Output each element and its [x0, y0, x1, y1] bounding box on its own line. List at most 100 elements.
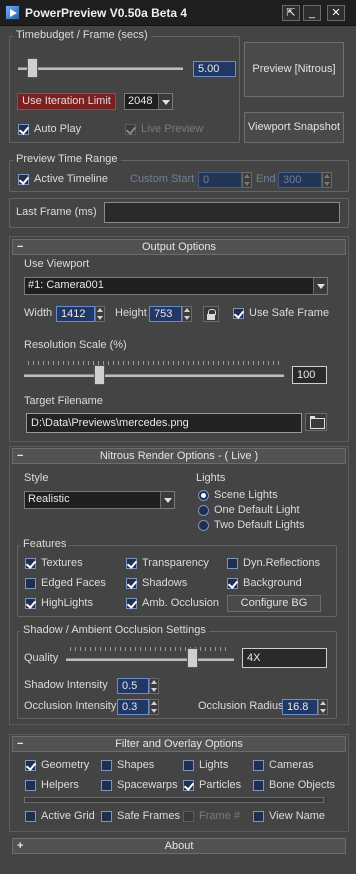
resolution-scale-track[interactable] [24, 374, 284, 377]
close-button[interactable]: ✕ [327, 5, 345, 21]
shadow-intensity-label: Shadow Intensity [24, 679, 108, 691]
app-icon [5, 5, 20, 20]
quality-ticks [70, 647, 230, 651]
edged-faces-label: Edged Faces [41, 577, 106, 589]
custom-start-label: Custom Start [130, 173, 195, 185]
textures-checkbox[interactable] [25, 558, 36, 569]
folder-icon[interactable] [305, 413, 327, 431]
height-spinner[interactable] [182, 306, 192, 322]
target-filename-field[interactable]: D:\Data\Previews\mercedes.png [26, 413, 302, 433]
timebudget-group-label: Timebudget / Frame (secs) [13, 29, 151, 41]
cameras-checkbox[interactable] [253, 760, 264, 771]
use-safe-frame-checkbox[interactable] [233, 308, 244, 319]
width-label: Width [24, 307, 53, 319]
timebudget-slider-track[interactable] [18, 67, 183, 70]
safe-frames-checkbox[interactable] [101, 811, 112, 822]
occlusion-intensity-spinner[interactable] [149, 699, 159, 715]
resolution-scale-ticks [28, 361, 280, 365]
geometry-checkbox[interactable] [25, 760, 36, 771]
dock-icon[interactable]: ⇱ [282, 5, 300, 21]
about-header[interactable]: + About [12, 838, 346, 854]
custom-start-spinner[interactable] [242, 172, 252, 188]
style-dropdown[interactable]: Realistic [24, 491, 175, 509]
auto-play-checkbox[interactable] [18, 124, 29, 135]
quality-label: Quality [24, 652, 59, 664]
viewport-snapshot-button[interactable]: Viewport Snapshot [244, 112, 344, 143]
last-frame-label: Last Frame (ms) [16, 206, 97, 218]
filter-options-header[interactable]: − Filter and Overlay Options [12, 736, 346, 752]
frame-number-checkbox[interactable] [183, 811, 194, 822]
nitrous-options-title: Nitrous Render Options - ( Live ) [99, 450, 259, 462]
highlights-checkbox[interactable] [25, 598, 36, 609]
end-field[interactable]: 300 [278, 172, 322, 188]
geometry-label: Geometry [41, 759, 90, 771]
use-safe-frame-label: Use Safe Frame [249, 307, 330, 319]
active-grid-checkbox[interactable] [25, 811, 36, 822]
view-name-checkbox[interactable] [253, 811, 264, 822]
active-grid-label: Active Grid [41, 810, 95, 822]
custom-start-field[interactable]: 0 [198, 172, 242, 188]
amb-occlusion-checkbox[interactable] [126, 598, 137, 609]
height-field[interactable]: 753 [149, 306, 182, 322]
collapse-icon: − [17, 241, 24, 253]
shadows-checkbox[interactable] [126, 578, 137, 589]
background-label: Background [243, 577, 302, 589]
shadow-intensity-spinner[interactable] [149, 678, 159, 694]
horizontal-divider [24, 797, 324, 803]
configure-bg-button[interactable]: Configure BG [227, 595, 321, 612]
transparency-checkbox[interactable] [126, 558, 137, 569]
width-spinner[interactable] [95, 306, 105, 322]
bone-objects-checkbox[interactable] [253, 780, 264, 791]
title-bar: PowerPreview V0.50a Beta 4 ⇱ _ ✕ [0, 0, 356, 26]
occlusion-radius-spinner[interactable] [318, 699, 328, 715]
highlights-label: HighLights [41, 597, 93, 609]
two-default-lights-radio[interactable] [198, 520, 209, 531]
resolution-scale-thumb[interactable] [93, 365, 105, 385]
spacewarps-label: Spacewarps [117, 779, 178, 791]
textures-label: Textures [41, 557, 83, 569]
lights-checkbox[interactable] [183, 760, 194, 771]
viewport-value: #1: Camera001 [28, 279, 104, 291]
minimize-button[interactable]: _ [303, 5, 321, 21]
background-checkbox[interactable] [227, 578, 238, 589]
quality-slider-track[interactable] [66, 658, 234, 661]
viewport-dropdown[interactable]: #1: Camera001 [24, 277, 328, 295]
timebudget-slider-thumb[interactable] [27, 58, 38, 78]
timebudget-value-field[interactable]: 5.00 [193, 61, 236, 77]
resolution-scale-label: Resolution Scale (%) [24, 339, 127, 351]
dyn-reflections-checkbox[interactable] [227, 558, 238, 569]
lock-icon[interactable] [203, 306, 219, 322]
output-options-header[interactable]: − Output Options [12, 239, 346, 255]
filter-options-title: Filter and Overlay Options [115, 738, 243, 750]
end-spinner[interactable] [322, 172, 332, 188]
edged-faces-checkbox[interactable] [25, 578, 36, 589]
active-timeline-checkbox[interactable] [18, 174, 29, 185]
nitrous-options-header[interactable]: − Nitrous Render Options - ( Live ) [12, 448, 346, 464]
helpers-checkbox[interactable] [25, 780, 36, 791]
width-field[interactable]: 1412 [56, 306, 95, 322]
chevron-down-icon [158, 94, 172, 109]
style-value: Realistic [28, 493, 70, 505]
scene-lights-radio[interactable] [198, 490, 209, 501]
about-title: About [164, 840, 194, 852]
particles-checkbox[interactable] [183, 780, 194, 791]
occlusion-intensity-field[interactable]: 0.3 [117, 699, 149, 715]
quality-slider-thumb[interactable] [186, 648, 198, 668]
shadow-intensity-field[interactable]: 0.5 [117, 678, 149, 694]
one-default-light-radio[interactable] [198, 505, 209, 516]
chevron-down-icon [160, 492, 174, 508]
spacewarps-checkbox[interactable] [101, 780, 112, 791]
quality-field[interactable]: 4X [242, 648, 327, 668]
window-title: PowerPreview V0.50a Beta 4 [25, 6, 188, 20]
height-label: Height [115, 307, 147, 319]
use-iteration-limit-button[interactable]: Use Iteration Limit [17, 93, 116, 110]
use-viewport-label: Use Viewport [24, 258, 90, 270]
safe-frames-label: Safe Frames [117, 810, 180, 822]
iteration-limit-dropdown[interactable]: 2048 [124, 93, 173, 110]
resolution-scale-field[interactable]: 100 [292, 366, 327, 384]
shapes-checkbox[interactable] [101, 760, 112, 771]
live-preview-checkbox[interactable] [125, 124, 136, 135]
frame-number-label: Frame # [199, 810, 240, 822]
occlusion-radius-field[interactable]: 16.8 [282, 699, 318, 715]
preview-nitrous-button[interactable]: Preview [Nitrous] [244, 42, 344, 97]
